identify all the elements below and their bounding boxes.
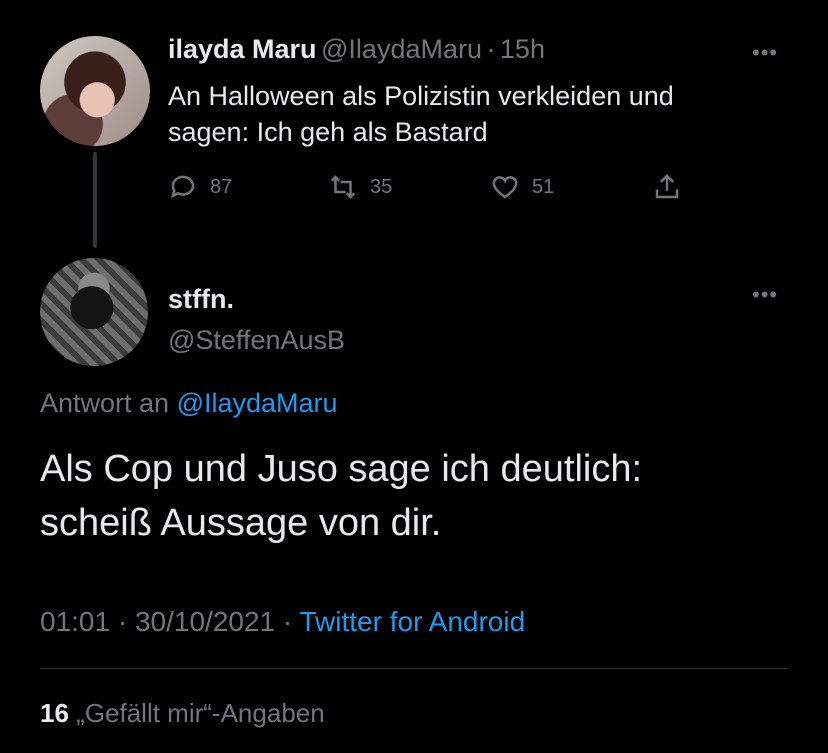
replying-to: Antwort an @IlaydaMaru (40, 388, 338, 419)
reply-tweet-text-line: scheiß Aussage von dir. (40, 502, 442, 544)
tweet-meta: 01:01 · 30/10/2021 · Twitter for Android (40, 606, 525, 638)
replying-to-handle[interactable]: @IlaydaMaru (177, 388, 338, 418)
reply-icon (171, 175, 195, 199)
reply-action[interactable]: 87 (168, 172, 232, 202)
more-options-icon[interactable]: ••• (752, 282, 778, 308)
separator-dot: · (117, 606, 128, 637)
avatar-ilayda[interactable] (40, 36, 150, 146)
share-action[interactable] (652, 172, 682, 202)
reply-tweet-text-line: Als Cop und Juso sage ich deutlich: (40, 448, 643, 490)
tweet-time[interactable]: 15h (500, 34, 545, 64)
avatar-stffn[interactable] (40, 258, 148, 366)
like-count: 51 (532, 175, 555, 198)
author-handle[interactable]: @SteffenAusB (168, 325, 345, 356)
likes-summary[interactable]: 16 „Gefällt mir“-Angaben (40, 698, 325, 729)
like-action[interactable]: 51 (490, 172, 554, 202)
reply-author: stffn. @SteffenAusB (168, 284, 345, 356)
likes-label: „Gefällt mir“-Angaben (76, 698, 325, 728)
parent-tweet-text: An Halloween als Polizistin verkleiden u… (168, 78, 674, 150)
separator-dot: · (486, 34, 496, 64)
tweet-time[interactable]: 01:01 (40, 606, 110, 637)
reply-tweet-text: Als Cop und Juso sage ich deutlich: sche… (40, 442, 642, 550)
tweet-date[interactable]: 30/10/2021 (135, 606, 275, 637)
author-name[interactable]: stffn. (168, 284, 345, 315)
divider (40, 668, 788, 669)
retweet-icon (330, 175, 356, 199)
reply-count: 87 (210, 175, 233, 198)
tweet-source[interactable]: Twitter for Android (300, 606, 526, 637)
parent-tweet-header: ilayda Maru @IlaydaMaru · 15h (168, 34, 545, 65)
likes-count: 16 (40, 698, 69, 728)
author-name[interactable]: ilayda Maru (168, 34, 317, 64)
parent-tweet-text-line: An Halloween als Polizistin verkleiden u… (168, 81, 674, 111)
replying-to-prefix: Antwort an (40, 388, 170, 418)
retweet-count: 35 (370, 175, 393, 198)
retweet-action[interactable]: 35 (328, 172, 392, 202)
author-handle[interactable]: @IlaydaMaru (321, 34, 482, 64)
separator-dot: · (282, 606, 293, 637)
parent-tweet-text-line: sagen: Ich geh als Bastard (168, 117, 488, 147)
heart-icon (492, 176, 518, 199)
share-icon (655, 173, 679, 199)
more-options-icon[interactable]: ••• (752, 40, 778, 66)
thread-connector-line (93, 152, 97, 248)
